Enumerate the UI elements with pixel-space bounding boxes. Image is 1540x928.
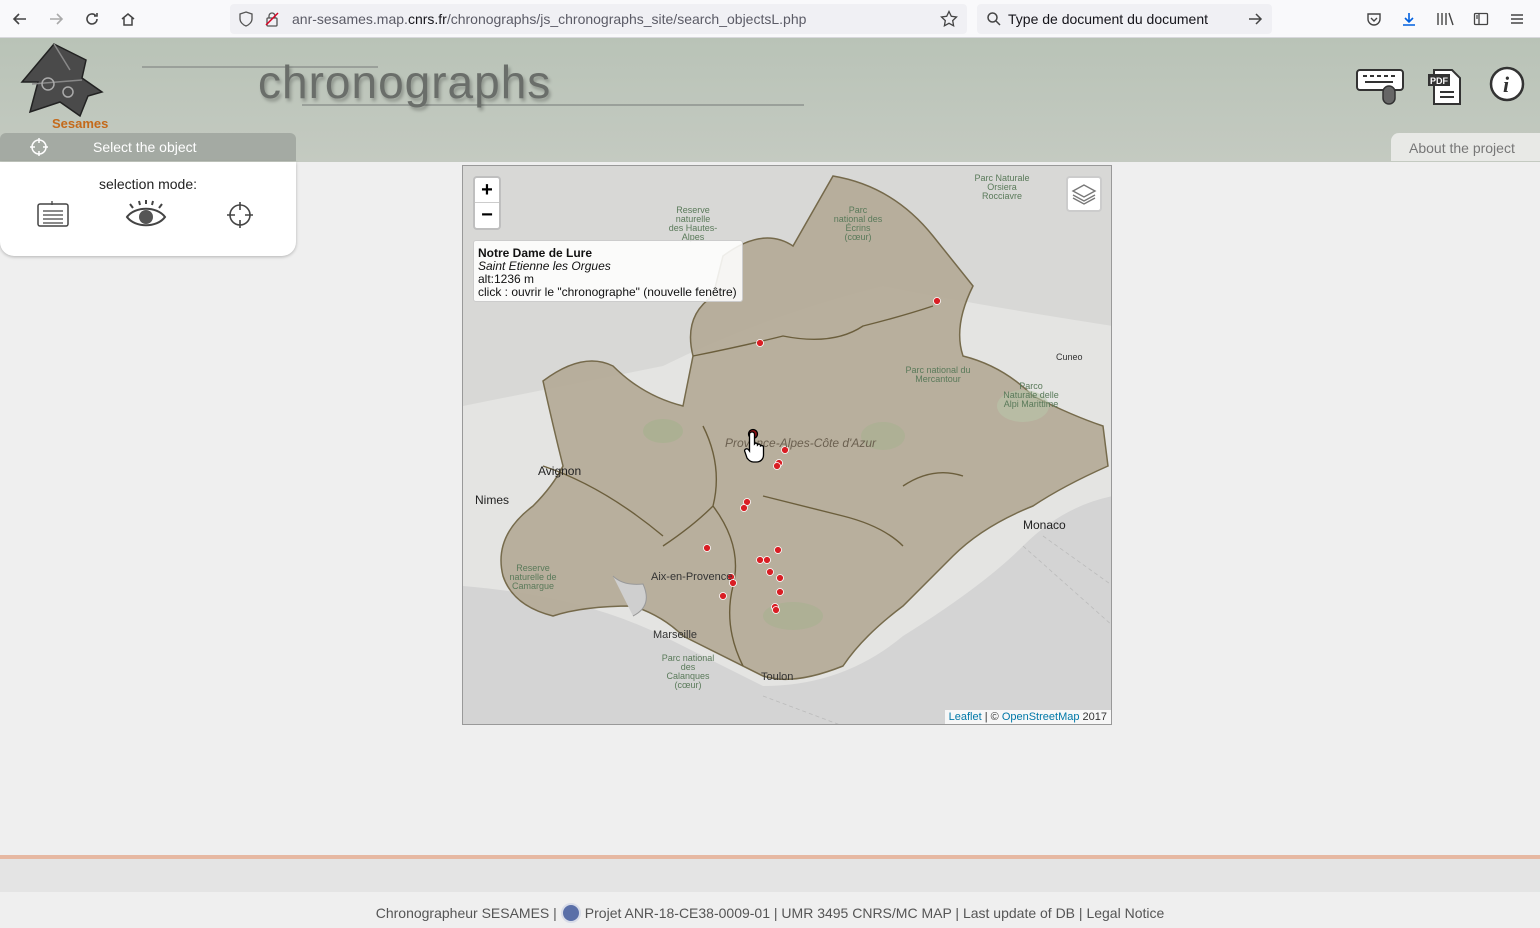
- place-label: Cuneo: [1056, 352, 1083, 362]
- place-label: Nimes: [475, 493, 510, 507]
- tab-about-project[interactable]: About the project: [1391, 133, 1540, 161]
- pdf-icon[interactable]: PDF: [1426, 66, 1466, 111]
- sesames-logo[interactable]: Sesames: [12, 40, 112, 131]
- park-label: Parc national des Calanques (cœur): [661, 653, 715, 690]
- park-label: Parc national des Écrins (cœur): [833, 205, 883, 242]
- keyboard-mouse-icon[interactable]: [1355, 66, 1407, 111]
- reload-icon[interactable]: [80, 7, 104, 31]
- leaflet-link[interactable]: Leaflet: [949, 711, 982, 723]
- site-header: Sesames chronographs PDF i Select the ob…: [0, 38, 1540, 162]
- pocket-icon[interactable]: [1362, 7, 1386, 31]
- svg-text:PDF: PDF: [1430, 76, 1449, 86]
- zoom-in-button[interactable]: +: [475, 178, 499, 203]
- menu-icon[interactable]: [1505, 7, 1529, 31]
- footer: Chronographeur SESAMES | Projet ANR-18-CE…: [0, 903, 1540, 923]
- selection-mode-panel: selection mode:: [0, 162, 296, 256]
- eye-icon[interactable]: [125, 200, 167, 235]
- zoom-control: + −: [473, 176, 501, 230]
- park-label: Reserve naturelle de Camargue: [509, 563, 557, 591]
- park-label: Parc Naturale Orsiera Rocciavre: [974, 173, 1030, 201]
- sidebar-icon[interactable]: [1469, 7, 1493, 31]
- layers-button[interactable]: [1066, 176, 1102, 212]
- insecure-lock-icon[interactable]: [264, 11, 280, 32]
- osm-link[interactable]: OpenStreetMap: [1002, 711, 1080, 723]
- bookmark-star-icon[interactable]: [940, 9, 958, 33]
- home-icon[interactable]: [116, 7, 140, 31]
- library-icon[interactable]: [1433, 7, 1457, 31]
- crosshair-icon: [29, 137, 49, 162]
- tab-select-object[interactable]: Select the object: [0, 133, 296, 161]
- search-bar[interactable]: Type de document du document: [977, 4, 1272, 34]
- url-bar[interactable]: anr-sesames.map.cnrs.fr/chronographs/js_…: [230, 4, 967, 34]
- browser-toolbar: anr-sesames.map.cnrs.fr/chronographs/js_…: [0, 0, 1540, 38]
- search-icon: [986, 11, 1002, 32]
- place-label: Toulon: [761, 671, 794, 683]
- hand-cursor-icon: [743, 430, 771, 469]
- url-text: anr-sesames.map.cnrs.fr/chronographs/js_…: [292, 11, 807, 27]
- shield-icon[interactable]: [238, 11, 254, 32]
- tab-label: About the project: [1409, 140, 1515, 156]
- footer-band: [0, 859, 1540, 892]
- layers-icon: [1071, 184, 1097, 205]
- attribution-separator: | ©: [981, 711, 1002, 723]
- map-tooltip: Notre Dame de Lure Saint Etienne les Org…: [473, 240, 743, 302]
- anr-logo-icon[interactable]: [560, 903, 581, 923]
- logo-text: Sesames: [52, 116, 109, 131]
- tooltip-action: click : ouvrir le "chronographe" (nouvel…: [478, 285, 737, 299]
- park-label: Reserve naturelle des Hautes-Alpes: [668, 205, 718, 242]
- svg-text:i: i: [1503, 72, 1510, 97]
- back-arrow-icon[interactable]: [8, 7, 32, 31]
- place-label: Marseille: [653, 629, 698, 641]
- info-icon[interactable]: i: [1488, 65, 1526, 108]
- list-select-icon[interactable]: [36, 200, 70, 233]
- place-label: Avignon: [538, 464, 582, 478]
- go-arrow-icon[interactable]: [1247, 11, 1263, 32]
- leaflet-map[interactable]: Avignon Nimes Aix-en-Provence Marseille …: [462, 165, 1112, 725]
- zoom-out-button[interactable]: −: [475, 203, 499, 228]
- park-label: Parc national du Mercantour: [905, 365, 971, 384]
- page-title: chronographs: [258, 56, 552, 108]
- crosshair-select-icon[interactable]: [226, 201, 254, 234]
- selection-mode-label: selection mode:: [98, 176, 198, 192]
- park-label: Parco Naturale delle Alpi Marittime: [1003, 381, 1059, 409]
- attribution-year: 2017: [1079, 711, 1107, 723]
- footer-credits[interactable]: Projet ANR-18-CE38-0009-01 | UMR 3495 CN…: [585, 905, 1164, 921]
- place-label: Monaco: [1023, 518, 1066, 532]
- map-attribution: Leaflet | © OpenStreetMap 2017: [944, 710, 1111, 724]
- download-icon[interactable]: [1397, 7, 1421, 31]
- search-input[interactable]: Type de document du document: [1008, 11, 1208, 27]
- footer-project-name: Chronographeur SESAMES |: [375, 905, 557, 921]
- place-label: Aix-en-Provence: [651, 571, 733, 583]
- tab-label: Select the object: [93, 139, 197, 155]
- forward-arrow-icon[interactable]: [44, 7, 68, 31]
